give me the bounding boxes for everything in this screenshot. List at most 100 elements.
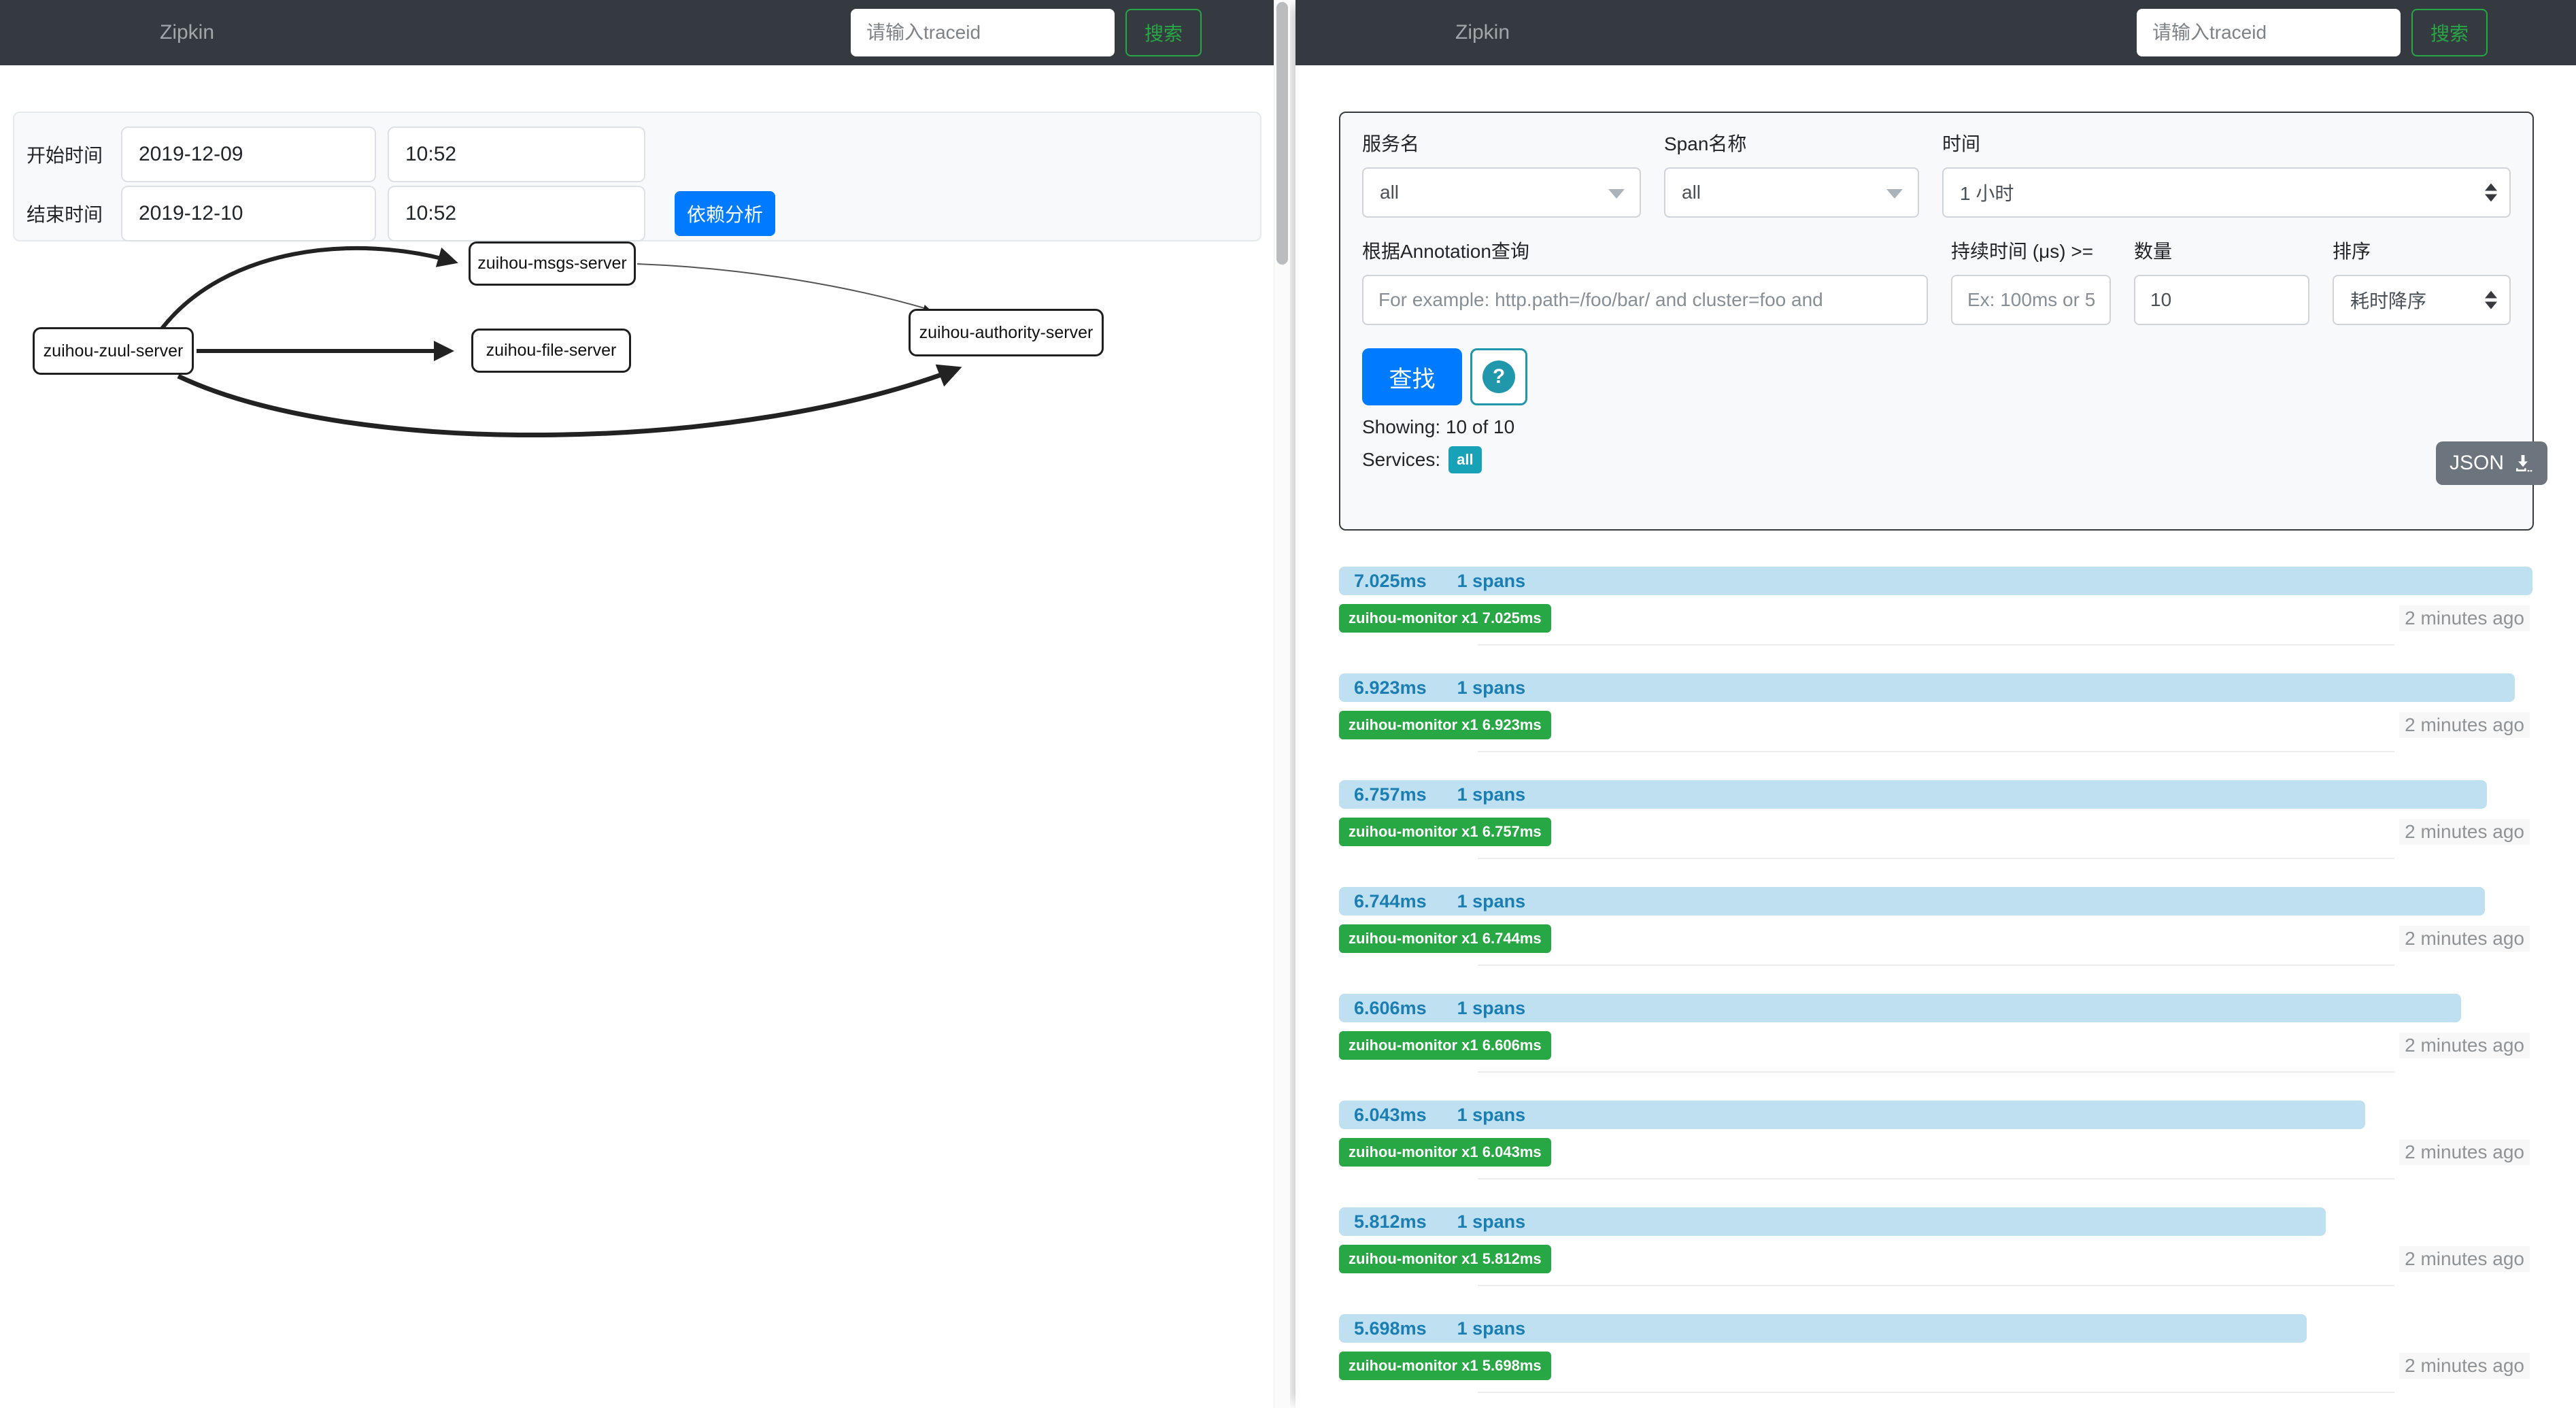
service-span-badge[interactable]: zuihou-monitor x1 6.043ms (1339, 1138, 1551, 1167)
scrollbar-thumb[interactable] (1276, 2, 1288, 265)
chevron-down-icon (1886, 189, 1903, 199)
navbar-right: Zipkin 搜索 (1295, 0, 2576, 65)
showing-count-text: Showing: 10 of 10 (1340, 405, 2532, 438)
result-count-label: 数量 (2134, 237, 2309, 264)
trace-list: 7.025ms 1 spans zuihou-monitor x1 7.025m… (1339, 567, 2532, 1393)
services-badge[interactable]: all (1448, 446, 1481, 473)
dependency-window: Zipkin 搜索 开始时间 结束时间 依赖分析 (0, 0, 1290, 1408)
navbar-left: Zipkin 搜索 (0, 0, 1290, 65)
trace-duration-text: 5.812ms (1354, 1211, 1427, 1233)
traceid-search-input[interactable] (2137, 9, 2401, 56)
trace-duration-bar[interactable]: 6.923ms 1 spans (1339, 673, 2515, 702)
trace-timestamp: 2 minutes ago (2399, 1033, 2530, 1058)
sort-order-select[interactable]: 耗时降序 (2333, 275, 2511, 325)
graph-node-file-server[interactable]: zuihou-file-server (471, 329, 631, 373)
date-range-panel: 开始时间 结束时间 依赖分析 (13, 112, 1261, 241)
trace-duration-text: 6.923ms (1354, 677, 1427, 699)
trace-duration-text: 6.606ms (1354, 998, 1427, 1019)
row-divider (1478, 1285, 2394, 1286)
graph-node-msgs-server[interactable]: zuihou-msgs-server (469, 241, 636, 286)
trace-meta-row: zuihou-monitor x1 5.812ms 2 minutes ago (1339, 1245, 2532, 1273)
row-divider (1478, 644, 2394, 646)
trace-duration-bar[interactable]: 6.757ms 1 spans (1339, 780, 2487, 809)
trace-duration-bar[interactable]: 6.043ms 1 spans (1339, 1101, 2365, 1129)
json-download-button[interactable]: JSON (2436, 441, 2547, 485)
trace-duration-bar[interactable]: 6.744ms 1 spans (1339, 887, 2485, 916)
trace-row: 6.923ms 1 spans zuihou-monitor x1 6.923m… (1339, 673, 2532, 752)
service-span-badge[interactable]: zuihou-monitor x1 6.606ms (1339, 1031, 1551, 1060)
trace-timestamp: 2 minutes ago (2399, 1246, 2530, 1272)
trace-meta-row: zuihou-monitor x1 6.744ms 2 minutes ago (1339, 925, 2532, 952)
trace-filter-panel: 服务名 all Span名称 all 时间 1 小时 (1339, 112, 2534, 531)
trace-timestamp: 2 minutes ago (2399, 712, 2530, 738)
span-name-select[interactable]: all (1664, 167, 1919, 218)
time-range-select[interactable]: 1 小时 (1942, 167, 2511, 218)
span-name-label: Span名称 (1664, 129, 1919, 156)
trace-meta-row: zuihou-monitor x1 5.698ms 2 minutes ago (1339, 1352, 2532, 1379)
trace-meta-row: zuihou-monitor x1 6.606ms 2 minutes ago (1339, 1032, 2532, 1059)
row-divider (1478, 751, 2394, 752)
sort-order-value: 耗时降序 (2350, 286, 2426, 314)
span-name-value: all (1682, 182, 1701, 203)
min-duration-label: 持续时间 (μs) >= (1951, 237, 2111, 264)
trace-row: 5.698ms 1 spans zuihou-monitor x1 5.698m… (1339, 1314, 2532, 1393)
row-divider (1478, 1071, 2394, 1073)
edge-msgs-to-authority (637, 264, 929, 309)
select-arrows-icon (2485, 291, 2497, 309)
service-span-badge[interactable]: zuihou-monitor x1 5.698ms (1339, 1352, 1551, 1380)
filter-row-1: 服务名 all Span名称 all 时间 1 小时 (1340, 113, 2532, 218)
service-name-label: 服务名 (1362, 129, 1641, 156)
trace-timestamp: 2 minutes ago (2399, 605, 2530, 631)
annotation-query-input[interactable] (1362, 275, 1928, 325)
trace-timestamp: 2 minutes ago (2399, 1353, 2530, 1379)
trace-span-count: 1 spans (1457, 1318, 1526, 1339)
trace-row: 7.025ms 1 spans zuihou-monitor x1 7.025m… (1339, 567, 2532, 646)
time-range-value: 1 小时 (1960, 179, 2014, 206)
trace-duration-text: 7.025ms (1354, 571, 1427, 592)
graph-node-authority-server[interactable]: zuihou-authority-server (909, 309, 1104, 356)
trace-duration-text: 6.744ms (1354, 891, 1427, 912)
service-span-badge[interactable]: zuihou-monitor x1 6.744ms (1339, 924, 1551, 953)
trace-search-window: Zipkin 搜索 服务名 all Span名称 all (1295, 0, 2576, 1408)
trace-timestamp: 2 minutes ago (2399, 819, 2530, 845)
result-count-input[interactable] (2134, 275, 2309, 325)
help-button[interactable]: ? (1470, 348, 1527, 405)
left-window-scrollbar[interactable] (1274, 0, 1290, 1408)
navbar-search-group: 搜索 (851, 9, 1202, 56)
service-span-badge[interactable]: zuihou-monitor x1 6.757ms (1339, 818, 1551, 846)
service-span-badge[interactable]: zuihou-monitor x1 6.923ms (1339, 711, 1551, 739)
find-button[interactable]: 查找 (1362, 348, 1462, 405)
trace-span-count: 1 spans (1457, 1211, 1526, 1233)
edge-zuul-to-msgs (162, 248, 454, 329)
traceid-search-input[interactable] (851, 9, 1115, 56)
trace-span-count: 1 spans (1457, 1105, 1526, 1126)
trace-row: 6.043ms 1 spans zuihou-monitor x1 6.043m… (1339, 1101, 2532, 1179)
sort-order-label: 排序 (2333, 237, 2511, 264)
graph-node-zuul-server[interactable]: zuihou-zuul-server (33, 327, 194, 375)
start-date-input[interactable] (121, 127, 376, 182)
search-button[interactable]: 搜索 (1125, 9, 1202, 56)
trace-duration-text: 6.757ms (1354, 784, 1427, 805)
service-span-badge[interactable]: zuihou-monitor x1 5.812ms (1339, 1245, 1551, 1273)
trace-span-count: 1 spans (1457, 784, 1526, 805)
filter-actions-row: 查找 ? (1340, 325, 2532, 405)
question-mark-icon: ? (1482, 361, 1515, 393)
navbar-search-group: 搜索 (2137, 9, 2488, 56)
trace-span-count: 1 spans (1457, 677, 1526, 699)
trace-duration-bar[interactable]: 6.606ms 1 spans (1339, 994, 2461, 1022)
start-time-row: 开始时间 (27, 127, 1260, 182)
select-arrows-icon (2485, 184, 2497, 202)
brand-zipkin: Zipkin (1455, 21, 1510, 44)
row-divider (1478, 965, 2394, 966)
start-time-input[interactable] (388, 127, 645, 182)
min-duration-input[interactable] (1951, 275, 2111, 325)
trace-span-count: 1 spans (1457, 891, 1526, 912)
trace-row: 6.757ms 1 spans zuihou-monitor x1 6.757m… (1339, 780, 2532, 859)
service-name-select[interactable]: all (1362, 167, 1641, 218)
trace-duration-bar[interactable]: 7.025ms 1 spans (1339, 567, 2532, 595)
trace-duration-bar[interactable]: 5.812ms 1 spans (1339, 1207, 2326, 1236)
service-span-badge[interactable]: zuihou-monitor x1 7.025ms (1339, 604, 1551, 633)
search-button[interactable]: 搜索 (2411, 9, 2488, 56)
trace-duration-bar[interactable]: 5.698ms 1 spans (1339, 1314, 2307, 1343)
service-name-value: all (1380, 182, 1399, 203)
